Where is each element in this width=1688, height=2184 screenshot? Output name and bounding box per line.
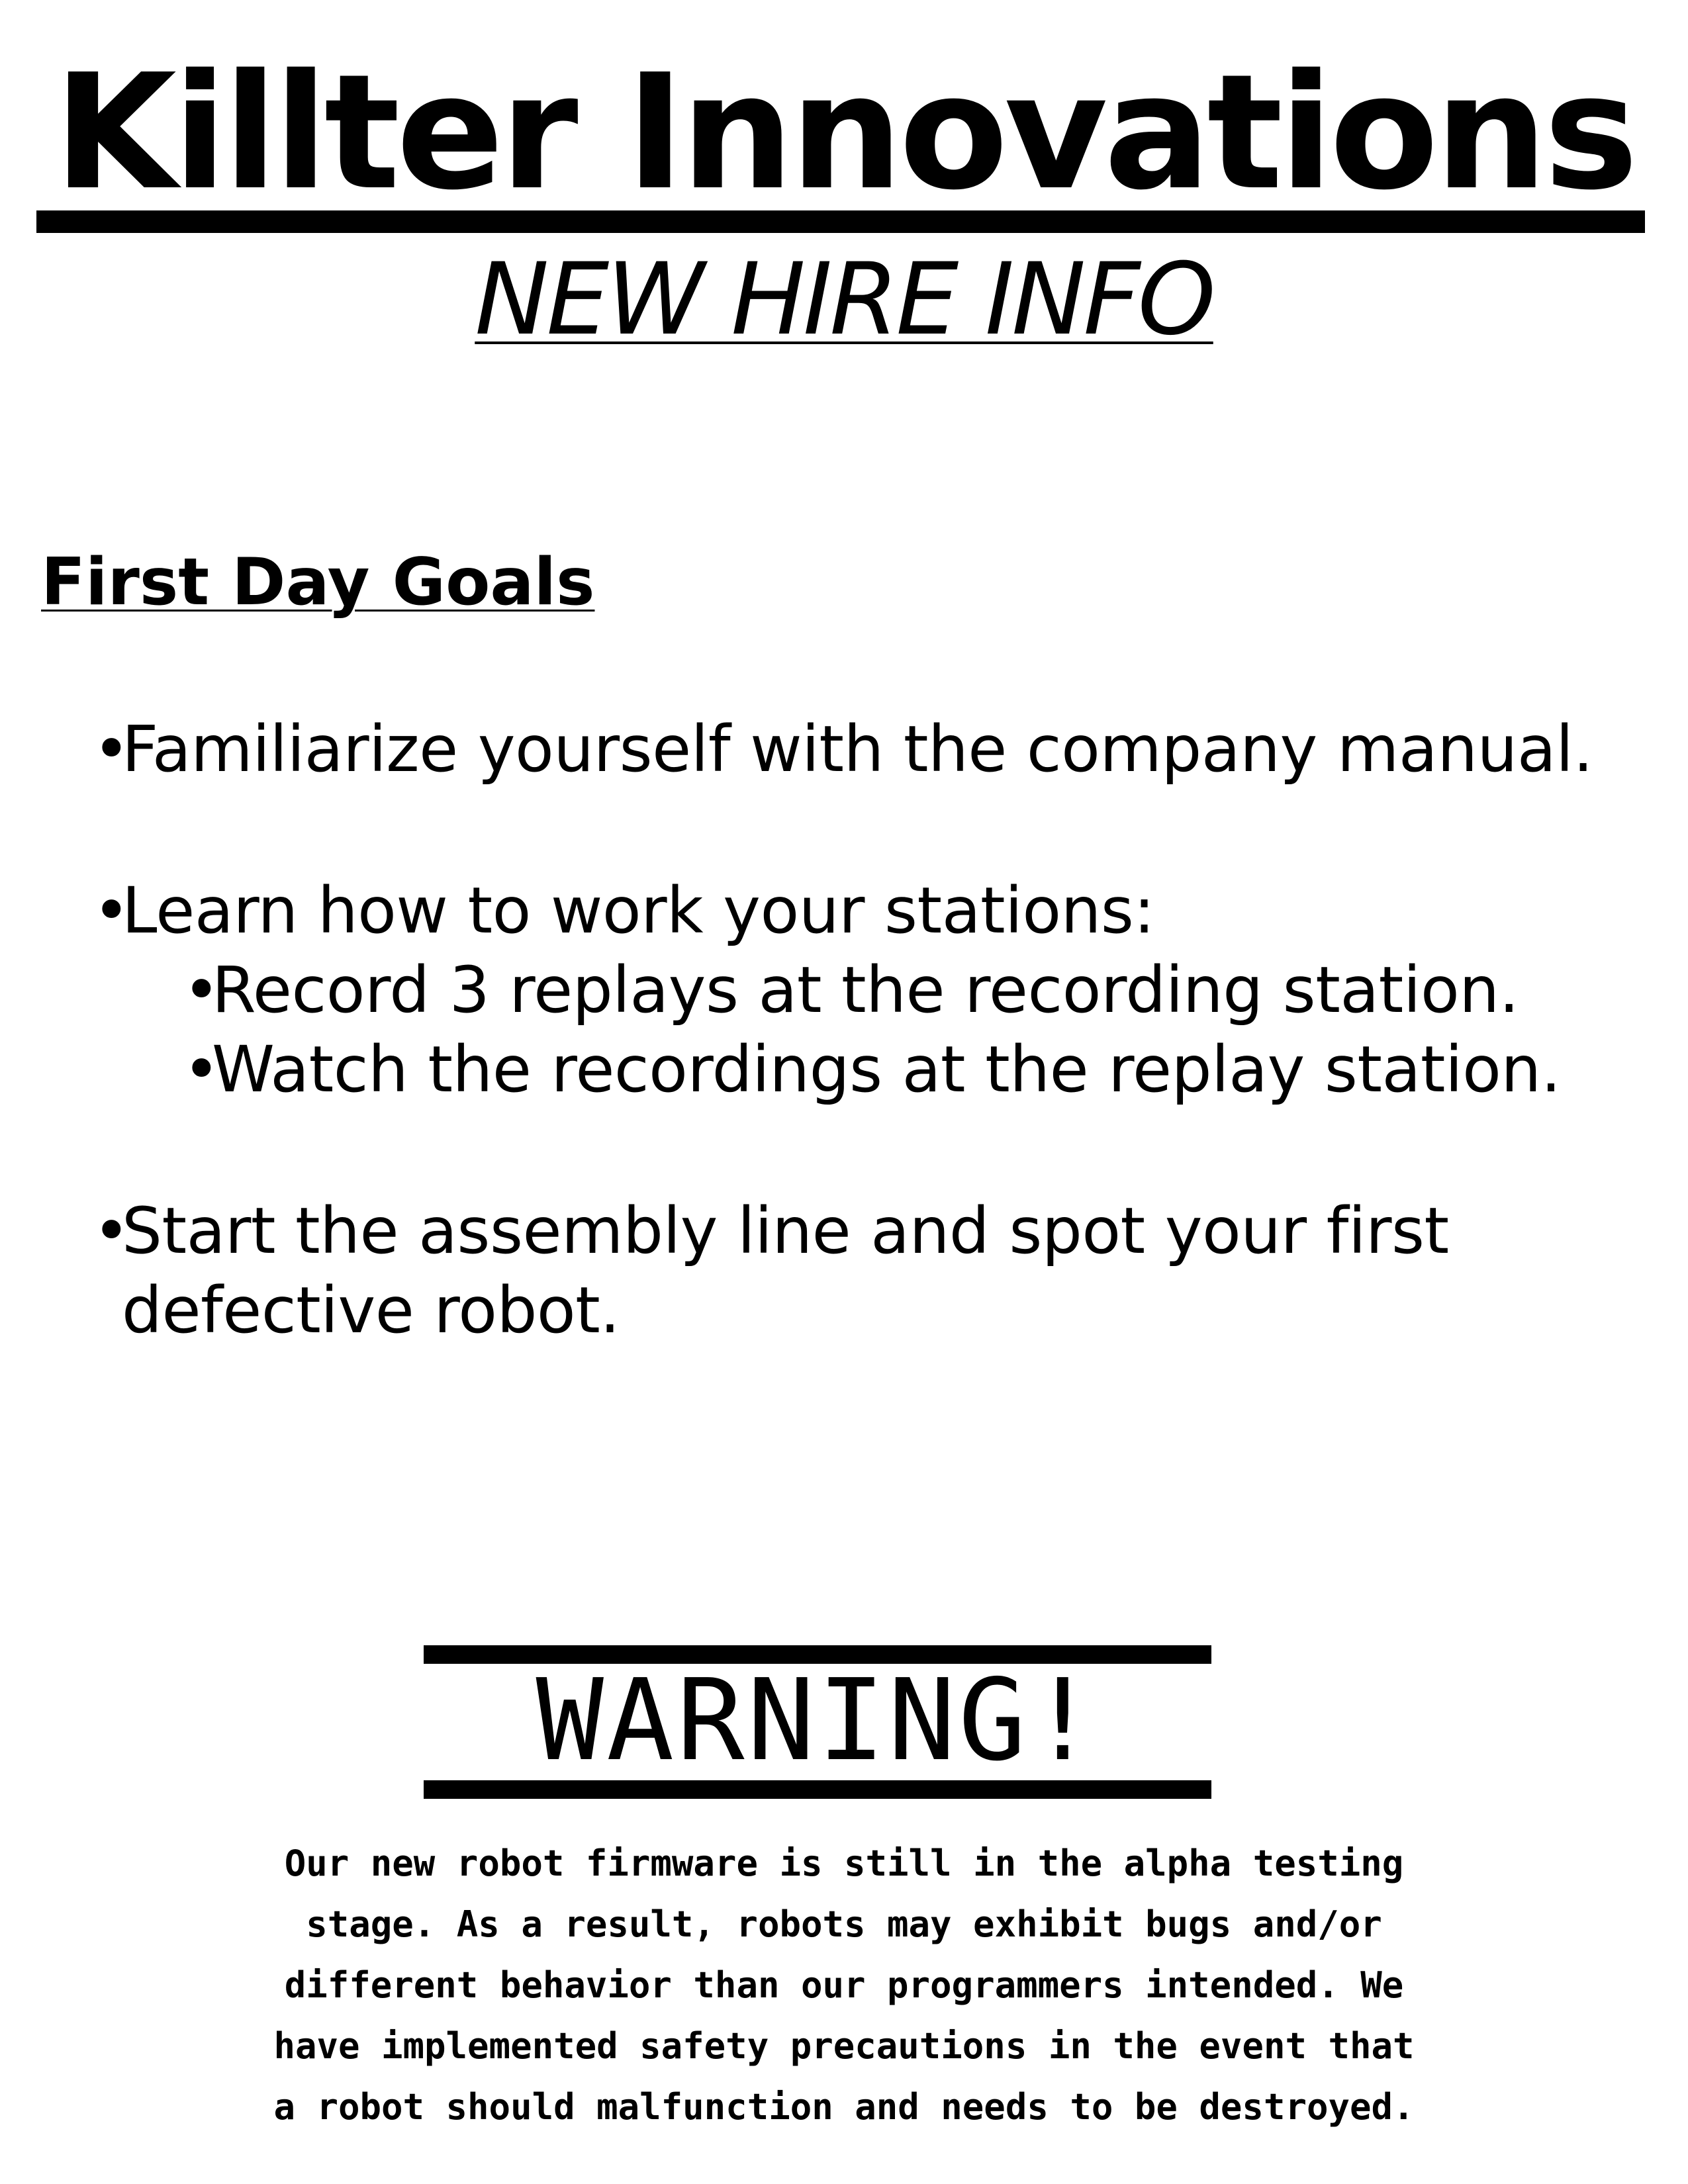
goal-item-text: Start the assembly line and spot your fi… (122, 1194, 1449, 1268)
warning-title: WARNING! (536, 1655, 1100, 1786)
goal-subitem-text: Watch the recordings at the replay stati… (212, 1032, 1561, 1107)
bullet-icon: • (93, 712, 130, 786)
warning-bottom-rule (424, 1780, 1211, 1799)
warning-line: have implemented safety precautions in t… (273, 2025, 1415, 2067)
goal-item-assembly-continued: defective robot. (122, 1273, 620, 1347)
goal-subitem-watch: •Watch the recordings at the replay stat… (183, 1030, 1561, 1109)
goal-subitem-record: •Record 3 replays at the recording stati… (183, 950, 1519, 1030)
warning-line: stage. As a result, robots may exhibit b… (306, 1903, 1382, 1945)
subtitle-text: NEW HIRE INFO (475, 242, 1215, 357)
bullet-icon: • (93, 1194, 130, 1268)
goal-item-stations: •Learn how to work your stations: (93, 871, 1155, 950)
goal-item-manual: •Familiarize yourself with the company m… (93, 709, 1593, 789)
document-subtitle: NEW HIRE INFO (0, 244, 1688, 356)
warning-body: Our new robot firmware is still in the a… (132, 1833, 1556, 2138)
bullet-icon: • (183, 953, 220, 1027)
warning-line: different behavior than our programmers … (284, 1964, 1404, 2006)
goal-item-text: Familiarize yourself with the company ma… (122, 712, 1593, 786)
warning-line: Our new robot firmware is still in the a… (284, 1843, 1404, 1884)
goal-item-assembly: •Start the assembly line and spot your f… (93, 1191, 1449, 1271)
company-title: Killter Innovations (53, 40, 1638, 225)
bullet-icon: • (183, 1032, 220, 1107)
section-heading-first-day-goals: First Day Goals (41, 545, 595, 620)
bullet-icon: • (93, 874, 130, 948)
warning-line: a robot should malfunction and needs to … (273, 2086, 1415, 2128)
goal-item-text: Learn how to work your stations: (122, 874, 1155, 948)
title-divider (36, 210, 1645, 233)
goal-subitem-text: Record 3 replays at the recording statio… (212, 953, 1519, 1027)
